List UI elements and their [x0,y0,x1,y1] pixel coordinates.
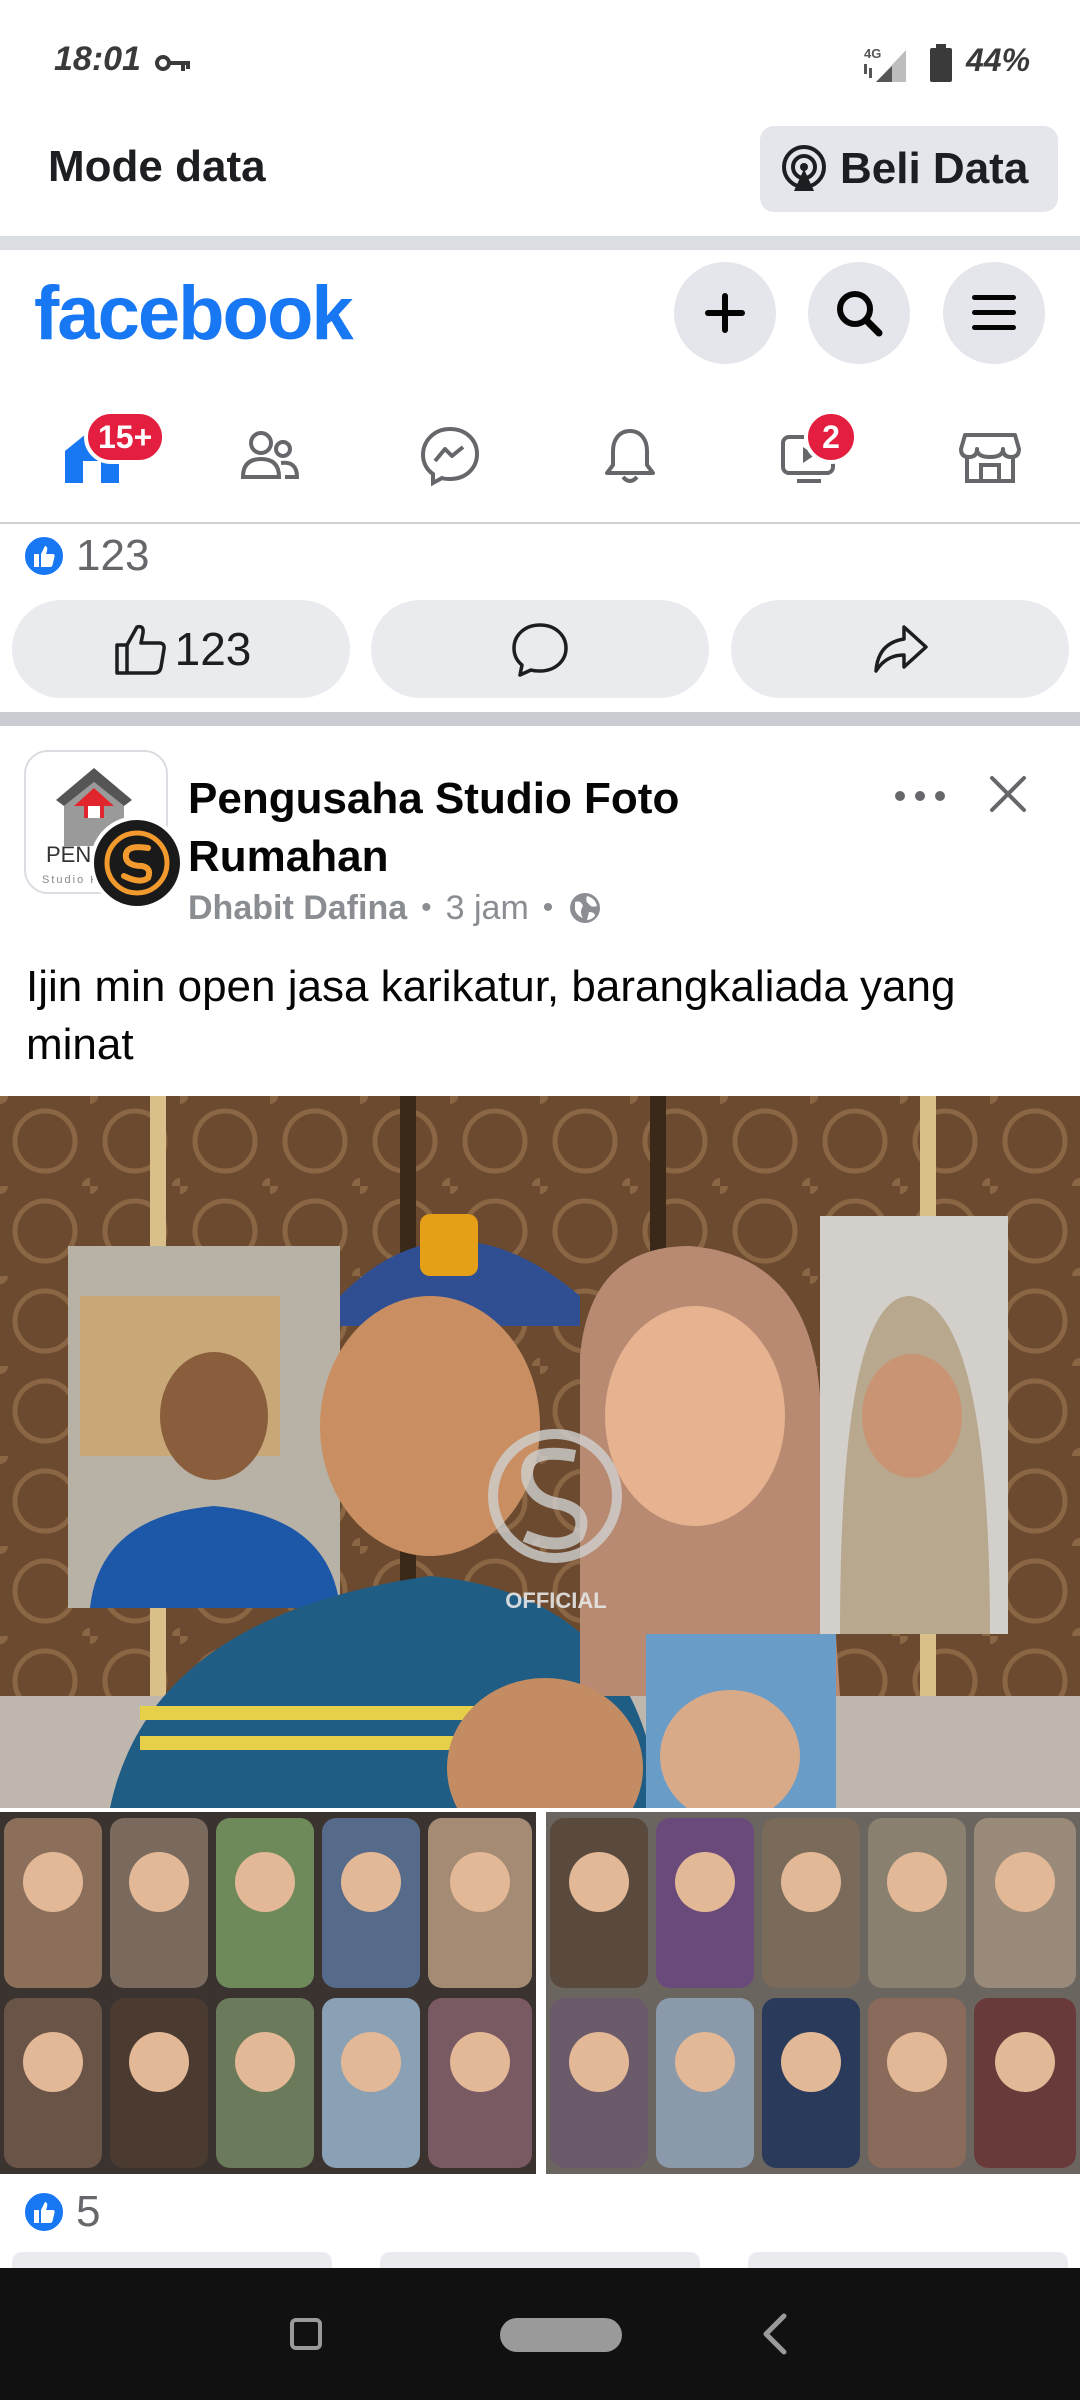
tab-home[interactable]: 15+ [22,406,167,506]
facebook-logo[interactable]: facebook [34,270,354,357]
buy-data-button[interactable]: Beli Data [760,126,1058,212]
meta-separator: • [542,891,554,924]
feed-divider [0,712,1080,726]
author-avatar[interactable] [90,816,184,910]
previous-post-reactions[interactable]: 123 [22,528,149,584]
buy-data-label: Beli Data [840,144,1029,193]
back-icon[interactable] [760,2312,790,2356]
like-reaction-icon [22,534,66,578]
battery-percent: 44% [966,42,1031,78]
author-name[interactable]: Dhabit Dafina [188,889,407,928]
reaction-count: 123 [76,531,150,580]
tab-notifications[interactable] [560,406,700,506]
tab-bar: 15+ 2 [0,388,1080,524]
tab-friends[interactable] [200,406,340,506]
like-count: 123 [174,623,252,675]
globe-icon [570,893,601,923]
app-header: facebook [0,250,1080,380]
signal-icon: 4G [864,46,906,82]
more-options-icon[interactable] [890,778,950,814]
vpn-key-icon [155,55,190,71]
share-icon [874,625,928,673]
like-reaction-icon [22,2190,66,2234]
share-button[interactable] [731,600,1069,698]
thumbs-up-icon [114,624,166,675]
tab-marketplace[interactable] [920,406,1060,506]
recents-button[interactable] [290,2318,322,2350]
marketplace-icon [959,433,1021,483]
post-reactions[interactable]: 5 [22,2184,100,2240]
group-name[interactable]: Pengusaha Studio Foto Rumahan [188,770,708,886]
svg-text:4G: 4G [864,46,881,61]
post-image[interactable]: OFFICIAL [0,1096,1080,1808]
close-icon[interactable] [986,772,1030,816]
comment-icon [512,623,568,677]
status-time: 18:01 [54,40,141,78]
data-mode-bar: Mode data Beli Data [0,120,1080,236]
create-button[interactable] [674,262,776,364]
author-logo-icon [104,830,170,896]
hamburger-icon [972,295,1016,330]
watermark-text: OFFICIAL [505,1588,606,1613]
video-badge: 2 [804,410,858,464]
caricature-thumbnails-right [550,1818,1076,2168]
search-icon [837,291,883,337]
messenger-icon [420,426,480,487]
search-button[interactable] [808,262,910,364]
caricature-thumbnails-left [4,1818,532,2168]
plus-icon [705,293,745,333]
broadcast-icon [782,145,826,191]
reaction-count: 5 [76,2187,101,2236]
sample-thumbnails-left[interactable] [0,1812,536,2174]
meta-separator: • [421,891,432,924]
home-badge: 15+ [84,410,167,464]
post-text: Ijin min open jasa karikatur, barangkali… [26,962,956,1069]
friends-icon [240,431,300,479]
menu-button[interactable] [943,262,1045,364]
bell-icon [605,429,655,483]
tab-messenger[interactable] [380,406,520,506]
sample-thumbnails-right[interactable] [546,1812,1080,2174]
system-navigation-bar [0,2268,1080,2400]
divider [0,236,1080,250]
status-bar: 18:01 4G 44% [0,0,1080,120]
comment-button[interactable] [371,600,709,698]
post-meta: Dhabit Dafina • 3 jam • [188,888,603,928]
battery-icon [930,44,952,82]
tab-video[interactable]: 2 [740,406,880,506]
home-gesture-button[interactable] [500,2318,622,2352]
like-button[interactable]: 123 [12,600,350,698]
caricature-illustration: OFFICIAL [0,1096,1080,1808]
post-time[interactable]: 3 jam [446,889,529,928]
data-mode-title: Mode data [48,142,266,191]
